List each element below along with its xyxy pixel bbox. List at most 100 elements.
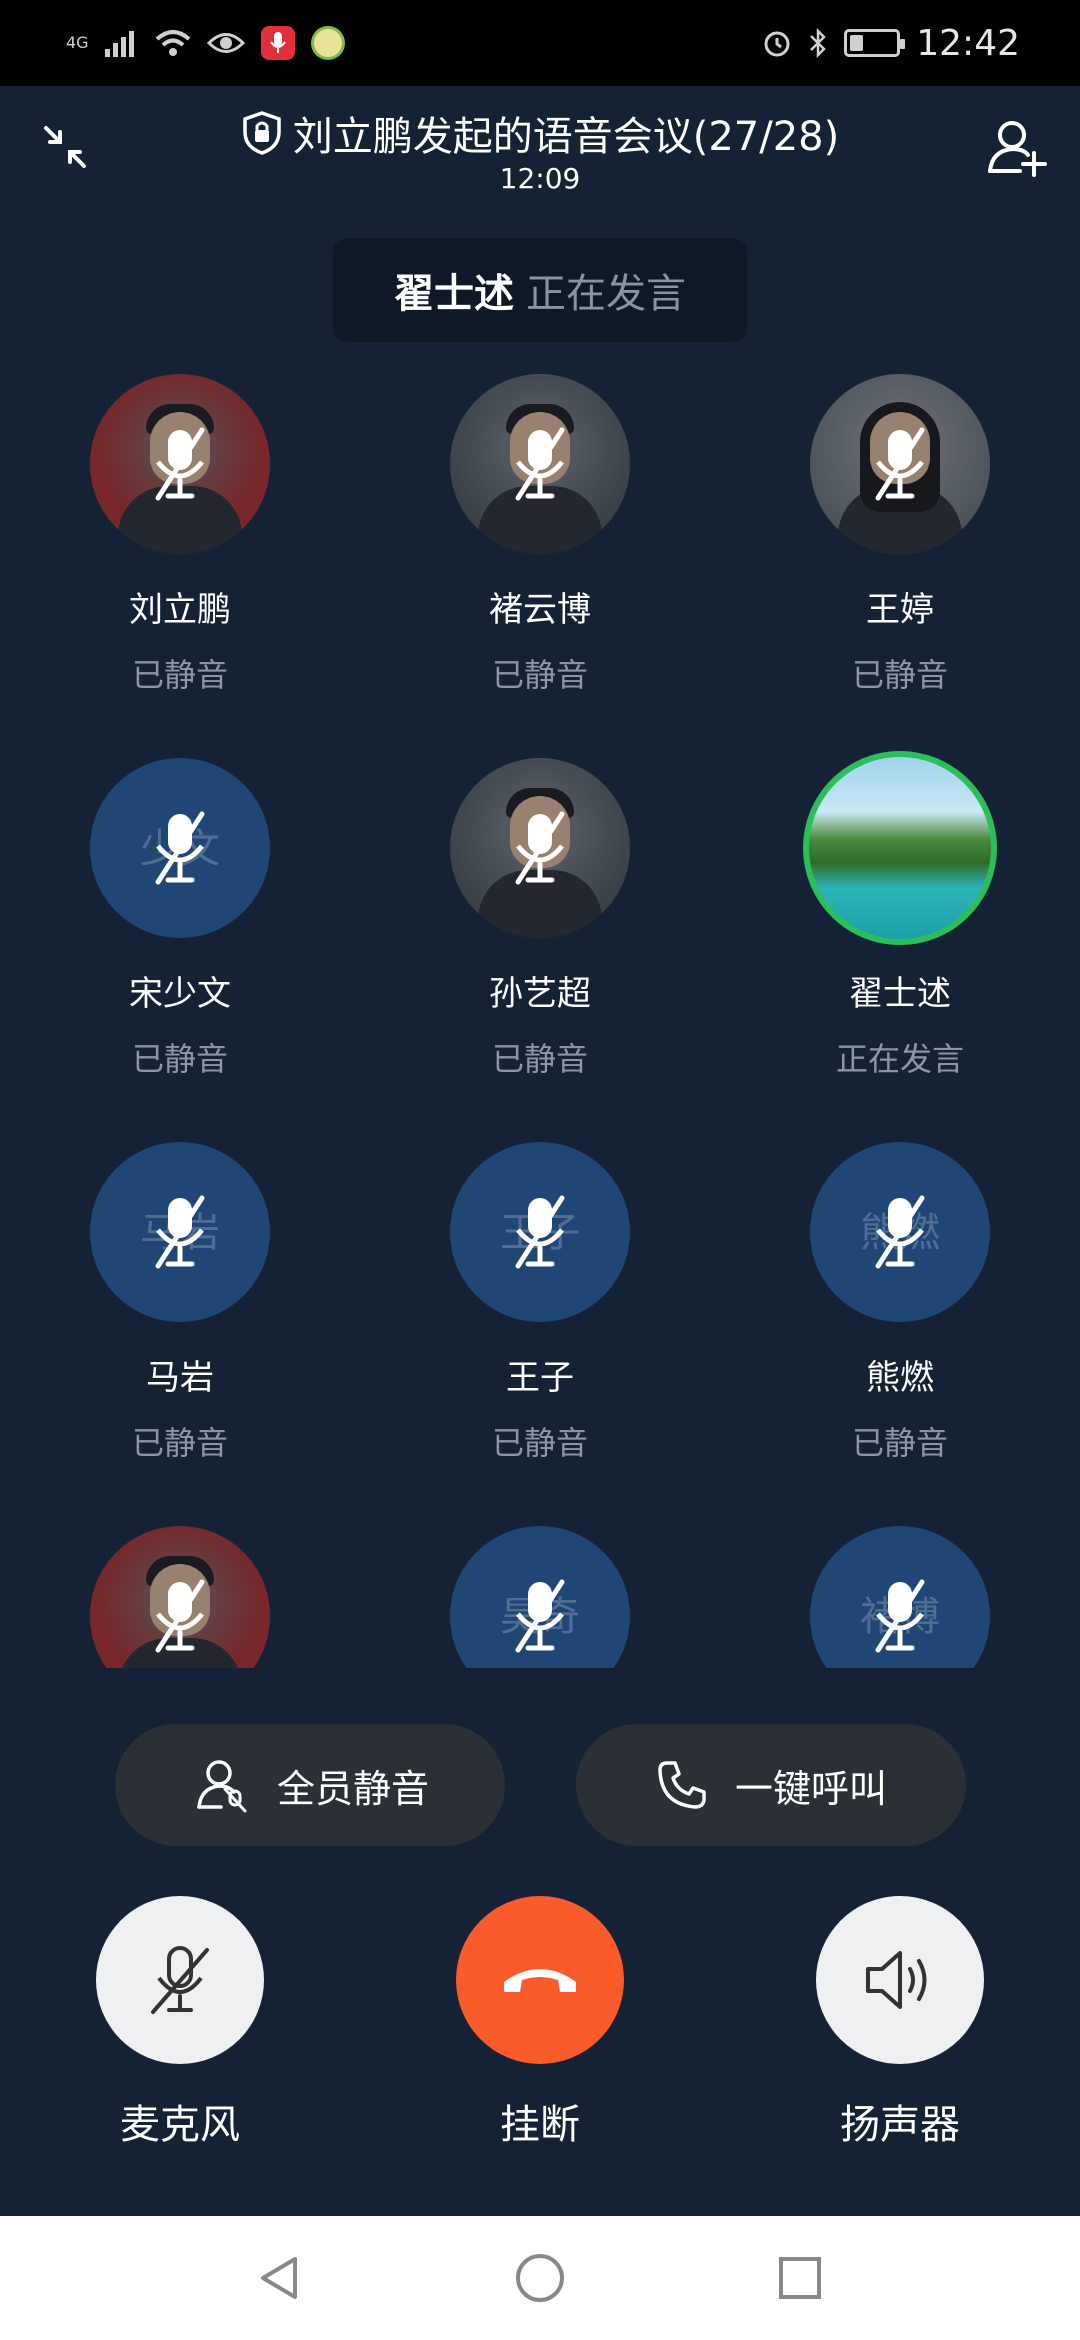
participant-status: 已静音	[491, 656, 588, 694]
mic-off-icon	[508, 1192, 572, 1272]
current-speaker-name: 翟士述	[394, 271, 514, 317]
nav-back-button[interactable]	[250, 2248, 310, 2308]
participant-avatar	[810, 374, 990, 554]
participant-name: 褚云博	[489, 590, 591, 630]
battery-icon	[844, 29, 906, 57]
participant-avatar: 褚博	[810, 1526, 990, 1668]
mic-off-icon	[508, 808, 572, 888]
system-nav-bar	[0, 2216, 1080, 2340]
participant-tile[interactable]: 马岩马岩已静音	[0, 1128, 360, 1512]
add-member-button[interactable]	[976, 112, 1056, 182]
phone-icon	[658, 1761, 706, 1809]
mic-off-icon	[868, 1192, 932, 1272]
bluetooth-icon	[810, 28, 827, 58]
call-all-label: 一键呼叫	[734, 1766, 887, 1811]
mic-off-icon	[148, 808, 212, 888]
add-user-icon	[988, 121, 1047, 177]
phone-hangup-icon	[504, 1969, 576, 1992]
mic-off-icon	[151, 1946, 209, 2014]
participant-tile[interactable]: 王子王子已静音	[360, 1128, 720, 1512]
recents-square-icon	[779, 2257, 821, 2299]
participant-avatar	[90, 374, 270, 554]
microphone-control[interactable]: 麦克风	[60, 1896, 300, 2156]
participant-status: 已静音	[131, 656, 228, 694]
status-bar-right: 12:42	[762, 23, 1020, 64]
microphone-label: 麦克风	[120, 2102, 240, 2148]
participant-avatar	[90, 1526, 270, 1668]
participant-tile[interactable]: 刘立鹏 已静音	[0, 360, 360, 744]
speaker-button[interactable]	[816, 1896, 984, 2064]
mic-off-icon	[148, 1576, 212, 1656]
participant-name: 刘立鹏	[129, 590, 231, 630]
participant-name: 宋少文	[129, 974, 231, 1014]
mic-off-icon	[868, 1576, 932, 1656]
back-triangle-icon	[261, 2257, 297, 2299]
participant-avatar: 熊燃	[810, 1142, 990, 1322]
hangup-label: 挂断	[500, 2102, 580, 2148]
alarm-icon	[764, 31, 790, 57]
participant-avatar: 少文	[90, 758, 270, 938]
speaker-control[interactable]: 扬声器	[780, 1896, 1020, 2156]
mic-off-icon	[148, 424, 212, 504]
microphone-button[interactable]	[96, 1896, 264, 2064]
hangup-control[interactable]: 挂断	[420, 1896, 660, 2156]
app-notification-icon	[310, 26, 345, 60]
participant-name: 孙艺超	[489, 974, 591, 1014]
mic-off-icon	[508, 1576, 572, 1656]
participant-tile[interactable]: 昊奇	[360, 1512, 720, 1668]
mic-off-icon	[148, 1192, 212, 1272]
recording-app-icon	[260, 26, 295, 60]
mic-off-icon	[508, 424, 572, 504]
participant-tile[interactable]: 少文宋少文已静音	[0, 744, 360, 1128]
mic-off-icon	[868, 424, 932, 504]
participant-name: 王婷	[866, 590, 934, 630]
participant-avatar	[450, 758, 630, 938]
participant-avatar: 马岩	[90, 1142, 270, 1322]
signal-icon	[104, 31, 134, 57]
participants-grid[interactable]: 刘立鹏已静音褚云博已静音王婷已静音少文宋少文已静音孙艺超已静音翟士述正在发言马岩…	[0, 360, 1080, 1668]
hangup-button[interactable]	[456, 1896, 624, 2064]
participant-status: 已静音	[491, 1424, 588, 1462]
participant-status: 已静音	[131, 1424, 228, 1462]
meeting-duration: 12:09	[499, 162, 581, 195]
participant-name: 熊燃	[866, 1358, 934, 1398]
participant-avatar	[450, 374, 630, 554]
participant-tile[interactable]: 王婷 已静音	[720, 360, 1080, 744]
eye-icon	[206, 33, 245, 53]
speaker-icon	[866, 1951, 927, 2009]
meeting-header: 刘立鹏发起的语音会议(27/28) 12:09	[0, 86, 1080, 216]
status-bar-left: 4G	[66, 26, 345, 60]
participant-status: 正在发言	[835, 1040, 964, 1078]
network-type: 4G	[66, 33, 89, 52]
participant-name: 马岩	[146, 1358, 214, 1398]
battery-fill	[850, 35, 864, 51]
meeting-title: 刘立鹏发起的语音会议(27/28)	[292, 114, 840, 160]
shield-lock-icon	[243, 111, 281, 155]
participant-status: 已静音	[851, 656, 948, 694]
nav-recents-button[interactable]	[770, 2248, 830, 2308]
call-all-button[interactable]: 一键呼叫	[576, 1724, 966, 1846]
participant-name: 王子	[506, 1358, 574, 1398]
mute-all-label: 全员静音	[276, 1766, 429, 1811]
participant-tile[interactable]: 孙艺超 已静音	[360, 744, 720, 1128]
participant-avatar	[803, 751, 997, 945]
participant-tile[interactable]	[0, 1512, 360, 1668]
participant-tile[interactable]: 褚云博 已静音	[360, 360, 720, 744]
wifi-icon	[155, 30, 190, 56]
participant-tile[interactable]: 褚博	[720, 1512, 1080, 1668]
current-speaker-banner: 翟士述 正在发言	[333, 238, 747, 342]
meeting-title-row: 刘立鹏发起的语音会议(27/28)	[0, 104, 1080, 162]
participant-name: 翟士述	[849, 974, 951, 1014]
current-speaker-status: 正在发言	[526, 271, 686, 317]
participant-status: 已静音	[491, 1040, 588, 1078]
status-time: 12:42	[916, 22, 1020, 64]
participant-tile[interactable]: 翟士述 正在发言	[720, 744, 1080, 1128]
mute-all-button[interactable]: 全员静音	[115, 1724, 505, 1846]
participant-status: 已静音	[131, 1040, 228, 1078]
mute-all-icon	[197, 1760, 247, 1813]
participant-avatar: 昊奇	[450, 1526, 630, 1668]
nav-home-button[interactable]	[510, 2248, 570, 2308]
speaker-label: 扬声器	[840, 2102, 960, 2148]
participant-avatar: 王子	[450, 1142, 630, 1322]
participant-tile[interactable]: 熊燃熊燃已静音	[720, 1128, 1080, 1512]
